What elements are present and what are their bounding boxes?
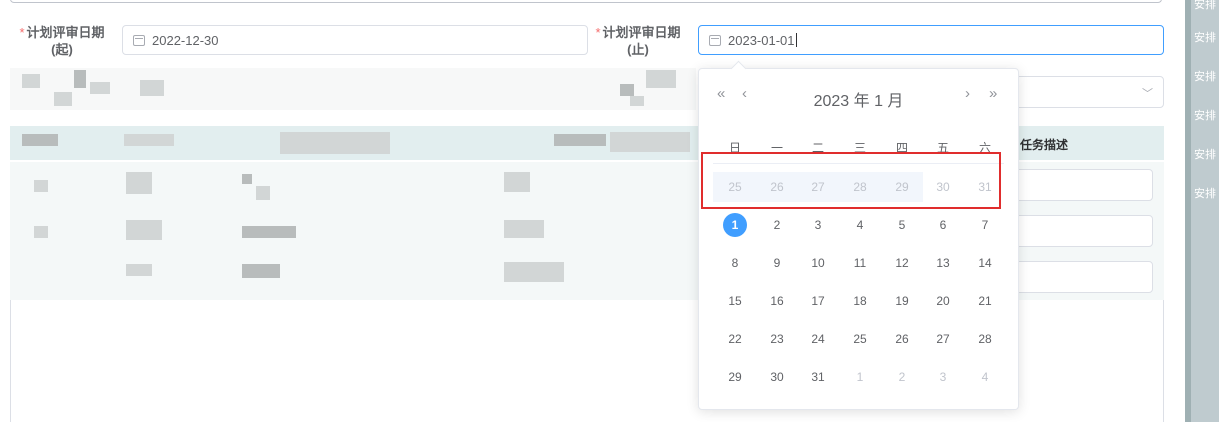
calendar-day[interactable]: 21 xyxy=(970,286,1000,316)
arrange-label[interactable]: 安排 xyxy=(1191,0,1219,12)
calendar-day[interactable]: 11 xyxy=(845,248,875,278)
calendar-day[interactable]: 13 xyxy=(928,248,958,278)
end-date-label-text: 计划评审日期 xyxy=(602,25,681,40)
calendar-day[interactable]: 4 xyxy=(845,210,875,240)
arrange-label[interactable]: 安排 xyxy=(1191,146,1219,162)
task-description-input[interactable] xyxy=(1008,169,1153,201)
calendar-day[interactable]: 2 xyxy=(887,362,917,392)
end-date-value: 2023-01-01 xyxy=(728,32,795,48)
next-month-button[interactable]: › xyxy=(965,85,970,102)
picker-title[interactable]: 2023 年 1 月 xyxy=(699,87,1018,111)
chevron-down-icon: ﹀ xyxy=(1142,88,1153,100)
calendar-day[interactable]: 1 xyxy=(845,362,875,392)
calendar-day[interactable]: 26 xyxy=(887,324,917,354)
date-picker-panel: « ‹ 2023 年 1 月 › » 日 一 二 三 四 五 六 25 26 27 2… xyxy=(698,60,1019,410)
start-date-input[interactable]: 2022-12-30 xyxy=(122,25,588,55)
calendar-day[interactable]: 16 xyxy=(762,286,792,316)
end-date-label: * 计划评审日期 (止) xyxy=(588,24,688,58)
calendar-day[interactable]: 25 xyxy=(845,324,875,354)
calendar-day-selected[interactable]: 1 xyxy=(720,210,750,240)
arrange-label[interactable]: 安排 xyxy=(1191,29,1219,45)
calendar-day[interactable]: 7 xyxy=(970,210,1000,240)
calendar-day[interactable]: 27 xyxy=(928,324,958,354)
calendar-day[interactable]: 30 xyxy=(762,362,792,392)
arrange-label[interactable]: 安排 xyxy=(1191,185,1219,201)
text-cursor xyxy=(795,33,797,47)
end-date-label-suffix: (止) xyxy=(627,42,649,57)
calendar-day[interactable]: 14 xyxy=(970,248,1000,278)
calendar-day[interactable]: 19 xyxy=(887,286,917,316)
calendar-day[interactable]: 18 xyxy=(845,286,875,316)
start-date-value: 2022-12-30 xyxy=(152,32,219,48)
calendar-day[interactable]: 8 xyxy=(720,248,750,278)
next-year-button[interactable]: » xyxy=(989,85,997,102)
calendar-day[interactable]: 3 xyxy=(928,362,958,392)
calendar-day[interactable]: 2 xyxy=(762,210,792,240)
calendar-day[interactable]: 24 xyxy=(803,324,833,354)
arrange-label[interactable]: 安排 xyxy=(1191,107,1219,123)
required-mark: * xyxy=(19,25,25,40)
calendar-icon xyxy=(133,34,145,46)
top-textarea-edge xyxy=(10,0,1162,3)
calendar-day[interactable]: 23 xyxy=(762,324,792,354)
selected-day-number: 1 xyxy=(723,213,747,237)
table-border xyxy=(10,300,11,422)
required-mark: * xyxy=(595,25,601,40)
end-date-input[interactable]: 2023-01-01 xyxy=(698,25,1164,55)
calendar-day[interactable]: 31 xyxy=(803,362,833,392)
calendar-day[interactable]: 22 xyxy=(720,324,750,354)
start-date-label-suffix: (起) xyxy=(51,42,73,57)
task-description-header: 任务描述 xyxy=(1020,138,1069,152)
calendar-day[interactable]: 4 xyxy=(970,362,1000,392)
calendar-day[interactable]: 29 xyxy=(720,362,750,392)
calendar-day[interactable]: 9 xyxy=(762,248,792,278)
calendar-day[interactable]: 15 xyxy=(720,286,750,316)
highlight-annotation-box xyxy=(701,152,1001,209)
calendar-day[interactable]: 17 xyxy=(803,286,833,316)
calendar-day[interactable]: 20 xyxy=(928,286,958,316)
start-date-label: * 计划评审日期 (起) xyxy=(12,24,112,58)
calendar-icon xyxy=(709,34,721,46)
calendar-day[interactable]: 5 xyxy=(887,210,917,240)
calendar-day[interactable]: 28 xyxy=(970,324,1000,354)
task-description-input[interactable] xyxy=(1008,261,1153,293)
select-field[interactable]: ﹀ xyxy=(1008,76,1164,108)
blurred-form-row xyxy=(10,68,696,110)
popover-arrow xyxy=(730,60,747,77)
calendar-day[interactable]: 12 xyxy=(887,248,917,278)
calendar-day[interactable]: 3 xyxy=(803,210,833,240)
calendar-day[interactable]: 10 xyxy=(803,248,833,278)
task-description-input[interactable] xyxy=(1008,215,1153,247)
calendar-day[interactable]: 6 xyxy=(928,210,958,240)
right-side-panel: 安排 安排 安排 安排 安排 安排 xyxy=(1185,0,1219,422)
table-border xyxy=(1163,300,1164,422)
arrange-label[interactable]: 安排 xyxy=(1191,68,1219,84)
start-date-label-text: 计划评审日期 xyxy=(26,25,105,40)
scrollbar[interactable] xyxy=(1185,0,1191,422)
